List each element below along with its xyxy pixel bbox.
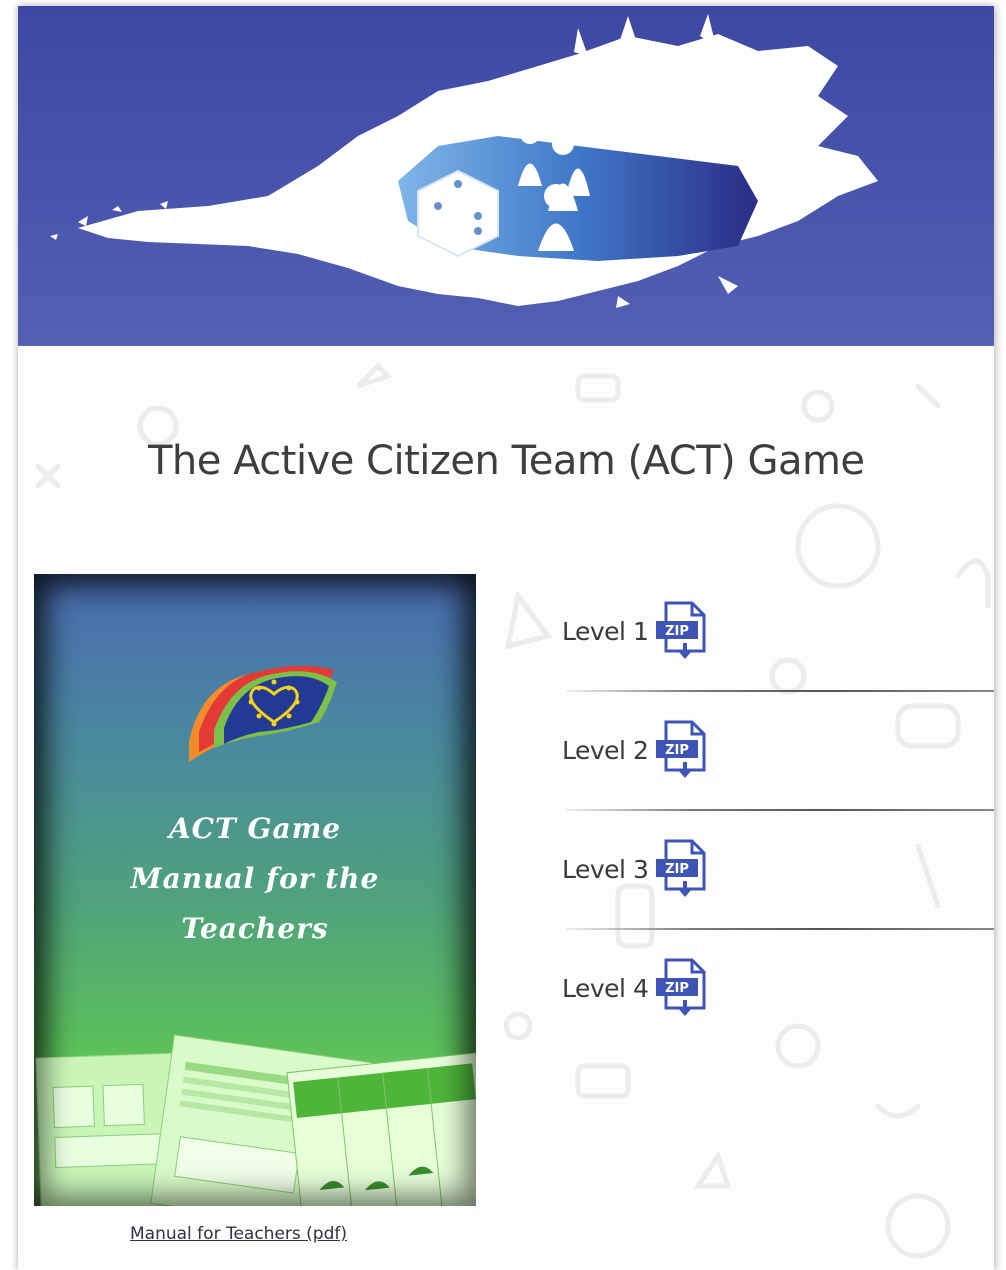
cover-document-illustration [35, 1034, 476, 1206]
manual-cover-image[interactable]: ACT Game Manual for the Teachers [34, 574, 476, 1206]
zip-icon-text: ZIP [665, 743, 689, 758]
level-1-label: Level 1 [562, 616, 649, 646]
header-banner [18, 6, 994, 346]
zip-icon-text: ZIP [665, 981, 689, 996]
cover-title-line-2: Manual for the [130, 862, 380, 895]
level-2-label: Level 2 [562, 735, 649, 765]
level-3-download[interactable]: Level 3 ZIP [562, 834, 710, 904]
level-4-label: Level 4 [562, 973, 649, 1003]
eu-heart-logo [189, 665, 337, 762]
level-divider [566, 809, 994, 811]
cover-title-line-1: ACT Game [168, 812, 342, 845]
page-title: The Active Citizen Team (ACT) Game [148, 438, 865, 484]
cover-title-line-3: Teachers [181, 912, 329, 945]
level-2-download[interactable]: Level 2 ZIP [562, 715, 710, 785]
page: The Active Citizen Team (ACT) Game ACT G… [18, 6, 994, 1270]
zip-download-icon[interactable]: ZIP [652, 956, 710, 1020]
level-divider [566, 690, 994, 692]
zip-icon-text: ZIP [665, 862, 689, 877]
zip-icon-text: ZIP [665, 624, 689, 639]
level-divider [566, 928, 994, 930]
level-4-download[interactable]: Level 4 ZIP [562, 953, 710, 1023]
manual-cover-title: ACT Game Manual for the Teachers [34, 804, 476, 954]
board-game-splash-image [50, 14, 878, 308]
level-3-label: Level 3 [562, 854, 649, 884]
zip-download-icon[interactable]: ZIP [652, 837, 710, 901]
zip-download-icon[interactable]: ZIP [652, 599, 710, 663]
manual-pdf-link[interactable]: Manual for Teachers (pdf) [130, 1224, 347, 1244]
level-1-download[interactable]: Level 1 ZIP [562, 596, 710, 666]
zip-download-icon[interactable]: ZIP [652, 718, 710, 782]
